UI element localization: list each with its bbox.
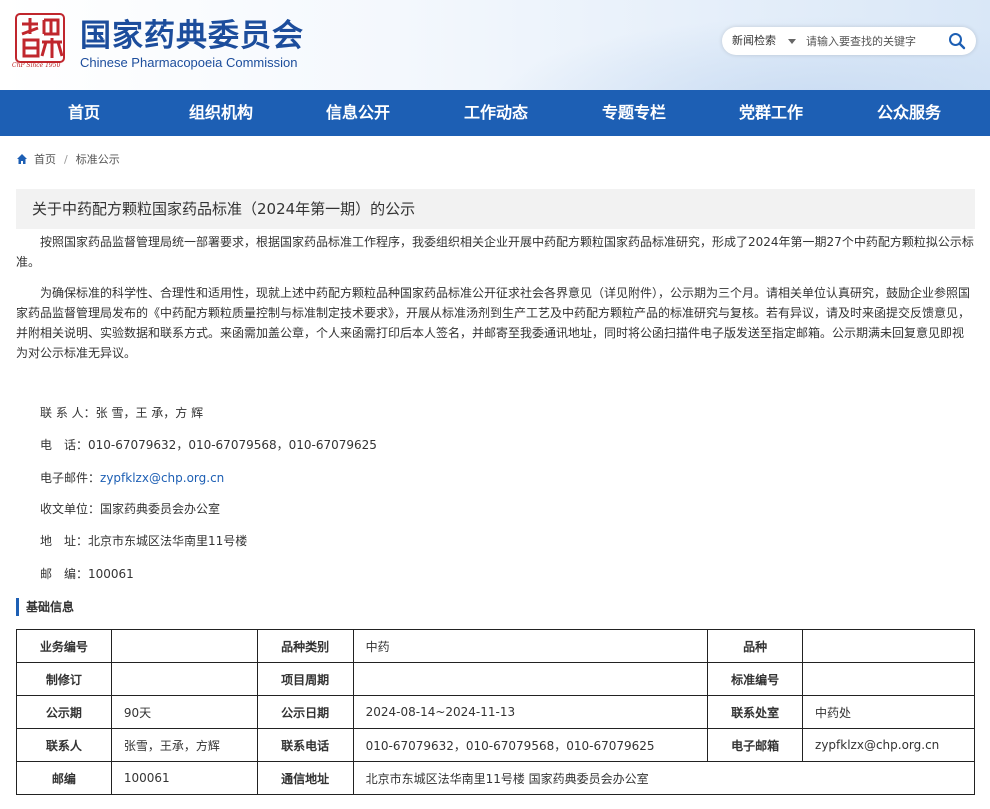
search-input[interactable]	[806, 31, 938, 51]
table-value	[110, 629, 258, 663]
site-title-cn[interactable]: 国家药典委员会	[80, 10, 304, 55]
contact-email-row: 电子邮件：zypfklzx@chp.org.cn	[40, 469, 224, 486]
table-row: 公示期 90天 公示日期 2024-08-14~2024-11-13 联系处室 …	[16, 695, 975, 729]
table-value	[802, 629, 975, 663]
site-title-en[interactable]: Chinese Pharmacopoeia Commission	[80, 55, 298, 70]
main-nav: 首页 组织机构 信息公开 工作动态 专题专栏 党群工作 公众服务	[0, 90, 990, 136]
table-label: 制修订	[16, 662, 112, 696]
contact-phone: 电 话：010-67079632，010-67079568，010-670796…	[40, 438, 377, 452]
contact-email-link[interactable]: zypfklzx@chp.org.cn	[100, 471, 224, 485]
table-value: 90天	[110, 695, 258, 729]
table-value	[802, 662, 975, 696]
table-label: 标准编号	[707, 662, 804, 696]
table-value: 中药处	[802, 695, 975, 729]
table-value: 张雪，王承，方辉	[110, 728, 258, 762]
table-label: 邮编	[16, 761, 112, 795]
table-value: 北京市东城区法华南里11号楼 国家药典委员会办公室	[352, 761, 976, 795]
contact-email-label: 电子邮件：	[40, 471, 101, 485]
table-label: 项目周期	[256, 662, 354, 696]
breadcrumb: 首页 / 标准公示	[16, 150, 120, 168]
table-value: 2024-08-14~2024-11-13	[352, 695, 709, 729]
contact-postcode: 邮 编：100061	[40, 567, 134, 581]
nav-item-home[interactable]: 首页	[34, 90, 134, 136]
nav-item-public-service[interactable]: 公众服务	[859, 90, 959, 136]
table-value	[110, 662, 258, 696]
table-value: 100061	[110, 761, 258, 795]
table-label: 电子邮箱	[707, 728, 804, 762]
search-category-select[interactable]: 新闻检索	[732, 27, 776, 55]
table-row: 联系人 张雪，王承，方辉 联系电话 010-67079632，010-67079…	[16, 728, 975, 762]
table-label: 联系处室	[707, 695, 804, 729]
table-label: 业务编号	[16, 629, 112, 663]
contact-person: 联 系 人：张 雪，王 承，方 辉	[40, 406, 204, 420]
table-label: 公示期	[16, 695, 112, 729]
table-value: 中药	[352, 629, 709, 663]
search-icon[interactable]	[948, 32, 966, 50]
breadcrumb-home[interactable]: 首页	[34, 151, 56, 167]
table-label: 联系人	[16, 728, 112, 762]
nav-item-organization[interactable]: 组织机构	[171, 90, 271, 136]
basic-info-table: 业务编号 品种类别 中药 品种 制修订 项目周期 标准编号 公示期 90天 公示…	[16, 629, 976, 795]
article-title: 关于中药配方颗粒国家药品标准（2024年第一期）的公示	[32, 200, 416, 218]
table-value: zypfklzx@chp.org.cn	[802, 728, 975, 762]
table-row: 邮编 100061 通信地址 北京市东城区法华南里11号楼 国家药典委员会办公室	[16, 761, 976, 795]
table-value	[352, 662, 709, 696]
table-label: 通信地址	[256, 761, 354, 795]
home-icon	[17, 154, 27, 164]
table-label: 联系电话	[256, 728, 354, 762]
table-label: 公示日期	[256, 695, 354, 729]
breadcrumb-current[interactable]: 标准公示	[76, 151, 120, 167]
table-row: 业务编号 品种类别 中药 品种	[16, 629, 975, 663]
table-row: 制修订 项目周期 标准编号	[16, 662, 975, 696]
nav-item-work-news[interactable]: 工作动态	[446, 90, 546, 136]
nav-item-party-work[interactable]: 党群工作	[721, 90, 821, 136]
article-title-bar: 关于中药配方颗粒国家药品标准（2024年第一期）的公示	[16, 189, 975, 229]
site-header: ChP Since 1950 国家药典委员会 Chinese Pharmacop…	[0, 0, 990, 90]
article-paragraph-1: 按照国家药品监督管理局统一部署要求，根据国家药品标准工作程序，我委组织相关企业开…	[16, 235, 974, 269]
nav-item-special-topics[interactable]: 专题专栏	[584, 90, 684, 136]
basic-info-heading: 基础信息	[16, 598, 74, 616]
breadcrumb-separator: /	[64, 152, 68, 166]
logo-caption: ChP Since 1950	[12, 62, 61, 69]
chevron-down-icon[interactable]	[788, 39, 796, 44]
table-label: 品种	[707, 629, 804, 663]
table-value: 010-67079632，010-67079568，010-67079625	[352, 728, 709, 762]
article-paragraph-2: 为确保标准的科学性、合理性和适用性，现就上述中药配方颗粒品种国家药品标准公开征求…	[16, 286, 971, 360]
contact-receiver: 收文单位：国家药典委员会办公室	[40, 502, 221, 516]
search-box: 新闻检索	[722, 27, 976, 55]
nav-item-public-info[interactable]: 信息公开	[308, 90, 408, 136]
contact-address: 地 址：北京市东城区法华南里11号楼	[40, 534, 248, 548]
table-label: 品种类别	[256, 629, 354, 663]
